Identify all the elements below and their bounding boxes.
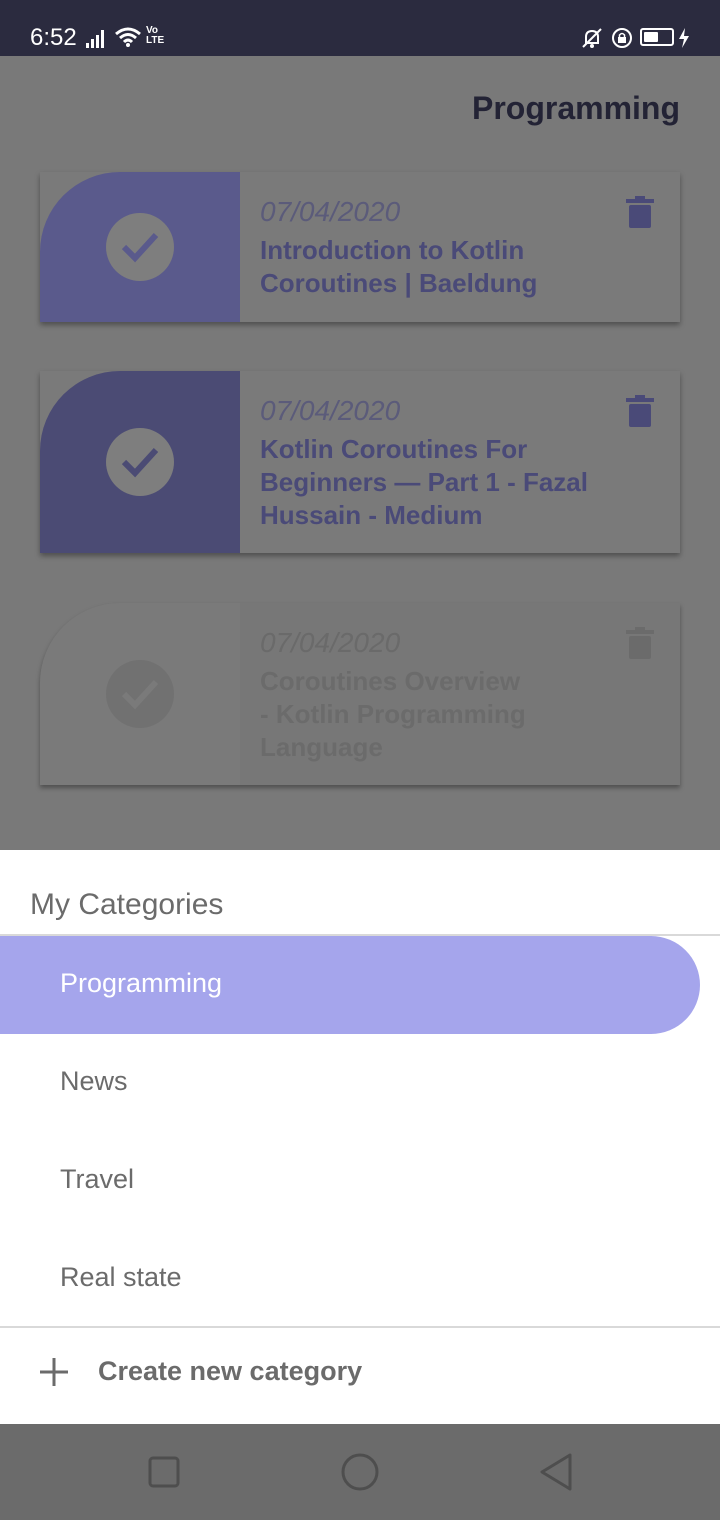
card-title-line: Introduction to Kotlin (260, 235, 525, 265)
card-title[interactable]: Coroutines Overview - Kotlin Programming… (260, 665, 600, 764)
card-accent (40, 371, 240, 553)
bookmark-card[interactable]: 07/04/2020 Introduction to Kotlin Corout… (40, 172, 680, 322)
status-time: 6:52 (30, 24, 77, 51)
bookmark-card[interactable]: 07/04/2020 Coroutines Overview - Kotlin … (40, 603, 680, 785)
category-item-real-state[interactable]: Real state (0, 1230, 700, 1328)
bookmark-list-screen: Programming 07/04/2020 Introduction to K… (0, 56, 720, 850)
card-title[interactable]: Introduction to Kotlin Coroutines | Bael… (260, 234, 600, 300)
trash-icon[interactable] (626, 627, 654, 659)
wifi-icon (115, 27, 141, 47)
category-label: Programming (60, 968, 223, 998)
category-label: Real state (60, 1262, 182, 1292)
card-title[interactable]: Kotlin Coroutines For Beginners — Part 1… (260, 433, 600, 532)
status-bar: 6:52 Vo LTE (0, 0, 720, 56)
sheet-title: My Categories (30, 888, 224, 921)
card-title-line: Hussain - Medium (260, 500, 483, 530)
card-title-line: Coroutines Overview (260, 666, 521, 696)
card-title-line: Beginners — Part 1 - Fazal (260, 467, 588, 497)
card-date: 07/04/2020 (260, 395, 401, 426)
create-category-label: Create new category (98, 1356, 363, 1386)
volte-text-bottom: LTE (146, 35, 165, 46)
recent-apps-button[interactable] (104, 1424, 224, 1520)
back-icon (540, 1453, 572, 1491)
check-circle-icon[interactable] (106, 213, 174, 281)
bookmark-card[interactable]: 07/04/2020 Kotlin Coroutines For Beginne… (40, 371, 680, 553)
category-item-news[interactable]: News (0, 1034, 700, 1132)
lock-rotation-icon (612, 28, 632, 48)
card-title-line: Kotlin Coroutines For (260, 434, 528, 464)
battery-icon (640, 28, 674, 46)
recent-apps-icon (148, 1456, 180, 1488)
card-title-line: Language (260, 732, 383, 762)
card-accent (40, 603, 240, 785)
card-date: 07/04/2020 (260, 627, 401, 658)
trash-icon[interactable] (626, 395, 654, 427)
page-title: Programming (471, 90, 680, 126)
back-button[interactable] (496, 1424, 616, 1520)
card-date: 07/04/2020 (260, 196, 401, 227)
check-circle-icon[interactable] (106, 428, 174, 496)
signal-icon (86, 28, 110, 48)
category-item-programming[interactable]: Programming (0, 936, 700, 1034)
bell-off-icon (582, 28, 602, 48)
create-category-button[interactable]: Create new category (0, 1328, 720, 1424)
card-accent (40, 172, 240, 322)
volte-icon: Vo LTE (146, 26, 164, 46)
categories-bottom-sheet: My Categories Programming News Travel Re… (0, 850, 720, 1424)
trash-icon[interactable] (626, 196, 654, 228)
check-circle-icon[interactable] (106, 660, 174, 728)
navigation-bar (0, 1424, 720, 1520)
category-label: Travel (60, 1164, 135, 1194)
home-icon (341, 1453, 379, 1491)
charging-icon (679, 28, 689, 48)
plus-icon (40, 1358, 68, 1386)
card-title-line: - Kotlin Programming (260, 699, 526, 729)
home-button[interactable] (300, 1424, 420, 1520)
card-title-line: Coroutines | Baeldung (260, 268, 538, 298)
category-label: News (60, 1066, 128, 1096)
category-item-travel[interactable]: Travel (0, 1132, 700, 1230)
